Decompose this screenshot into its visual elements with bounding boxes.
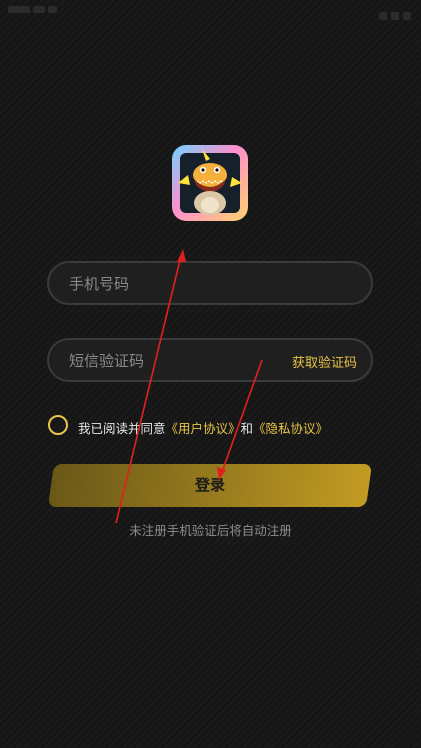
status-app-icon <box>48 6 57 13</box>
agreement-prefix: 我已阅读并同意 <box>78 421 166 436</box>
status-bar <box>0 0 421 24</box>
agreement-row: 我已阅读并同意《用户协议》和《隐私协议》 <box>47 414 387 438</box>
sms-code-field[interactable]: 获取验证码 <box>47 338 373 382</box>
status-notification-icon <box>33 6 45 13</box>
phone-field[interactable] <box>47 261 373 305</box>
get-code-button[interactable]: 获取验证码 <box>292 352 357 371</box>
agreement-and: 和 <box>240 421 254 436</box>
status-bar-right <box>375 5 411 20</box>
dinosaur-mascot-icon <box>178 149 242 215</box>
privacy-agreement-link[interactable]: 《隐私协议》 <box>253 421 328 436</box>
battery-icon <box>403 12 411 20</box>
agree-checkbox[interactable] <box>48 415 68 435</box>
login-button[interactable] <box>47 464 373 507</box>
app-logo-icon <box>172 145 248 221</box>
agreement-text: 我已阅读并同意《用户协议》和《隐私协议》 <box>78 418 328 437</box>
signal-icon <box>391 12 399 20</box>
status-bar-left <box>8 6 66 14</box>
status-time-blur <box>8 6 30 13</box>
phone-input[interactable] <box>67 263 271 305</box>
wifi-icon <box>379 12 387 20</box>
user-agreement-link[interactable]: 《用户协议》 <box>166 421 241 436</box>
auto-register-tip: 未注册手机验证后将自动注册 <box>129 523 292 538</box>
sms-code-input[interactable] <box>67 340 271 382</box>
